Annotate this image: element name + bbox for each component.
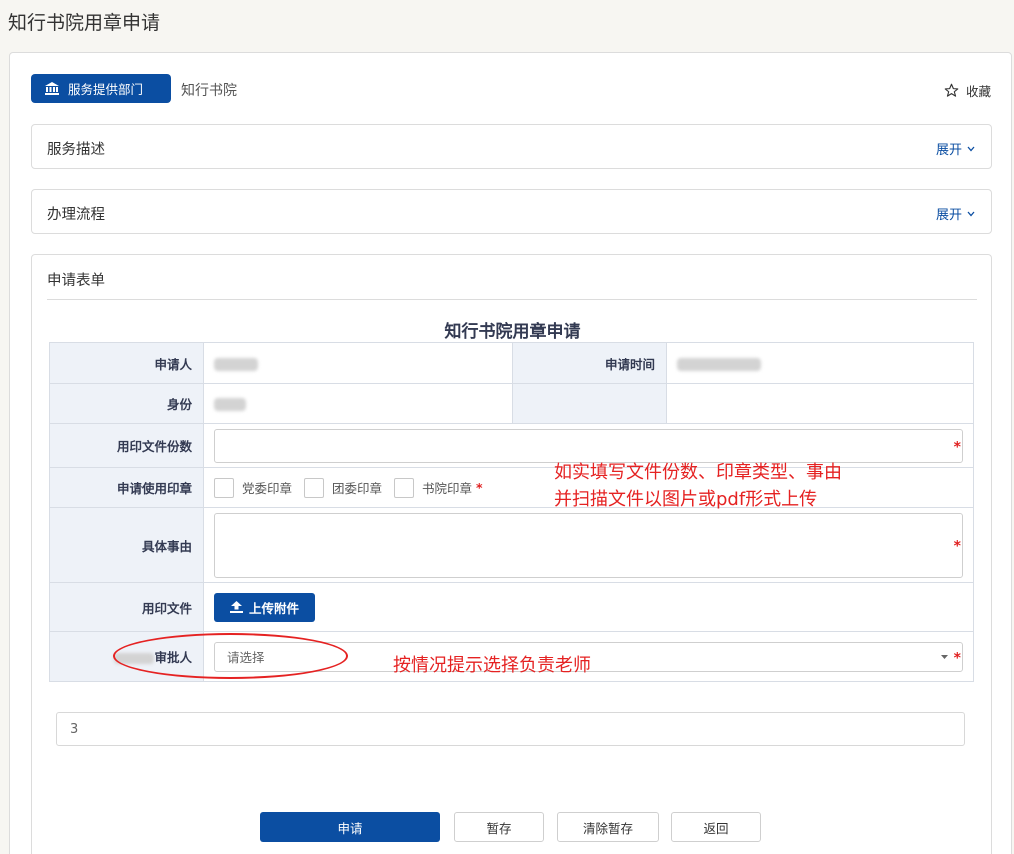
label-reason: 具体事由 bbox=[49, 507, 204, 583]
checkbox-label: 团委印章 bbox=[332, 481, 383, 496]
submit-button[interactable]: 申请 bbox=[260, 812, 440, 842]
checkbox-label: 党委印章 bbox=[242, 481, 293, 496]
clear-draft-button[interactable]: 清除暂存 bbox=[557, 812, 659, 842]
value-apply-time bbox=[666, 342, 974, 384]
redacted-text bbox=[677, 357, 761, 371]
form-title: 知行书院用章申请 bbox=[444, 322, 581, 342]
section-label: 服务描述 bbox=[47, 142, 105, 158]
label-apply-time: 申请时间 bbox=[512, 342, 667, 384]
redacted-text bbox=[214, 357, 258, 371]
section-label: 办理流程 bbox=[47, 207, 105, 223]
checkbox-label: 书院印章 bbox=[422, 481, 473, 496]
select-placeholder: 请选择 bbox=[227, 650, 265, 665]
application-form-card: 申请表单 知行书院用章申请 申请人 申请时间 身份 用印文件份数 * 申请使用印… bbox=[31, 254, 992, 854]
upload-icon bbox=[230, 601, 243, 613]
favorite-button[interactable]: 收藏 bbox=[944, 81, 991, 100]
checkbox-academy-seal[interactable] bbox=[394, 477, 415, 498]
number-field-value: 3 bbox=[70, 721, 79, 737]
number-field[interactable]: 3 bbox=[56, 712, 965, 746]
redacted-text bbox=[114, 653, 155, 664]
expand-service-description[interactable]: 展开 bbox=[936, 139, 975, 158]
page-title: 知行书院用章申请 bbox=[8, 12, 161, 34]
upload-attachment-button[interactable]: 上传附件 bbox=[214, 592, 316, 622]
label-identity: 身份 bbox=[49, 383, 204, 424]
expand-label: 展开 bbox=[935, 208, 962, 223]
dept-badge: 服务提供部门 bbox=[31, 74, 171, 103]
required-mark: * bbox=[476, 480, 483, 495]
back-button[interactable]: 返回 bbox=[671, 812, 761, 842]
expand-process[interactable]: 展开 bbox=[936, 204, 975, 223]
value-empty bbox=[666, 383, 974, 424]
label-file: 用印文件 bbox=[49, 582, 204, 632]
favorite-label: 收藏 bbox=[965, 84, 991, 99]
value-applicant bbox=[203, 342, 513, 384]
star-icon bbox=[944, 83, 959, 97]
expand-label: 展开 bbox=[935, 143, 962, 158]
redacted-text bbox=[214, 398, 246, 411]
dept-badge-label: 服务提供部门 bbox=[68, 82, 144, 97]
section-service-description: 服务描述 展开 bbox=[31, 124, 992, 169]
save-draft-button[interactable]: 暂存 bbox=[454, 812, 544, 842]
value-file: 上传附件 bbox=[203, 582, 974, 632]
upload-label: 上传附件 bbox=[249, 600, 300, 616]
table-row: 身份 bbox=[49, 383, 974, 424]
checkbox-party-seal[interactable] bbox=[214, 477, 234, 498]
label-approver: 审批人 bbox=[49, 631, 204, 682]
section-process: 办理流程 展开 bbox=[31, 189, 992, 234]
table-row: 用印文件 上传附件 bbox=[49, 582, 974, 632]
table-row: 具体事由 * bbox=[49, 507, 974, 583]
form-header: 申请表单 bbox=[47, 273, 105, 289]
label-approver-text: 审批人 bbox=[154, 650, 192, 665]
copies-input[interactable]: * bbox=[214, 428, 963, 463]
reason-textarea[interactable]: * bbox=[214, 512, 963, 578]
required-mark: * bbox=[953, 650, 961, 667]
chevron-down-icon bbox=[967, 146, 975, 151]
label-seal-type: 申请使用印章 bbox=[49, 467, 204, 508]
table-row: 申请人 申请时间 bbox=[49, 342, 974, 384]
annotation-line: 并扫描文件以图片或pdf形式上传 bbox=[554, 489, 818, 510]
caret-down-icon bbox=[941, 654, 948, 659]
chevron-down-icon bbox=[967, 211, 975, 216]
required-mark: * bbox=[953, 538, 961, 555]
checkbox-league-seal[interactable] bbox=[304, 477, 325, 498]
annotation-line: 如实填写文件份数、印章类型、事由 bbox=[554, 462, 842, 483]
label-copies: 用印文件份数 bbox=[49, 423, 204, 468]
divider bbox=[47, 299, 977, 300]
dept-name: 知行书院 bbox=[181, 83, 237, 99]
annotation-select-teacher: 按情况提示选择负责老师 bbox=[393, 655, 591, 676]
value-identity bbox=[203, 383, 513, 424]
label-empty bbox=[512, 383, 667, 424]
label-applicant: 申请人 bbox=[49, 342, 204, 384]
value-reason: * bbox=[203, 507, 974, 583]
institution-icon bbox=[45, 82, 59, 95]
annotation-fill-instructions: 如实填写文件份数、印章类型、事由 并扫描文件以图片或pdf形式上传 bbox=[554, 459, 914, 513]
required-mark: * bbox=[953, 439, 961, 456]
